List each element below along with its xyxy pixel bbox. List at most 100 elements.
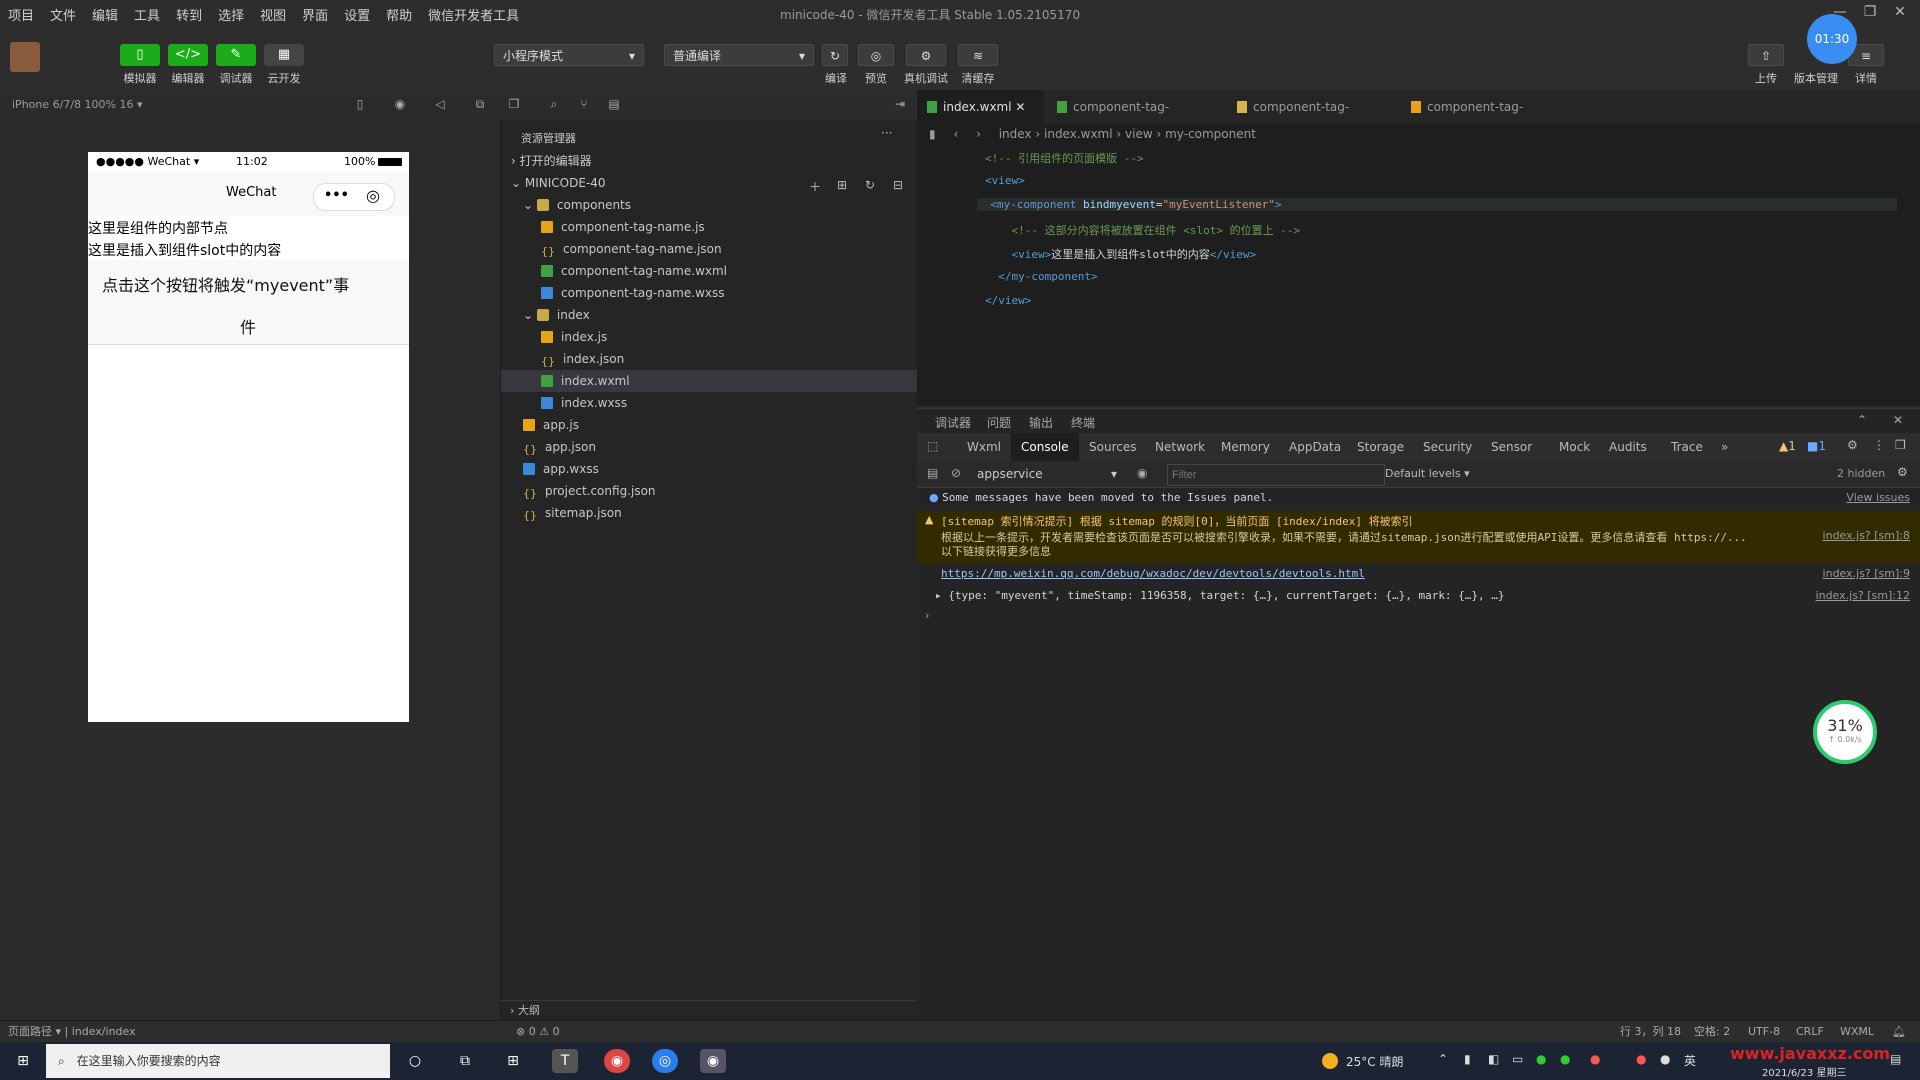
menu-project[interactable]: 项目 (0, 5, 42, 24)
more-icon[interactable]: ··· (881, 126, 892, 140)
file-item[interactable]: {} component-tag-name.json (501, 238, 957, 260)
editor-tab[interactable]: component-tag-name.json (1227, 90, 1397, 148)
open-editors-section[interactable]: › 打开的编辑器 (501, 150, 927, 172)
console-filter-input[interactable] (1167, 464, 1385, 486)
compile-select[interactable]: 普通编译 ▾ (664, 44, 814, 66)
cloud-dev-button[interactable]: ▦ (264, 44, 304, 66)
taskbar-date[interactable]: 2021/6/23 星期三 (1762, 1064, 1846, 1079)
log-source[interactable]: index.js? [sm]:12 (1816, 589, 1910, 602)
wechat-tray-icon[interactable]: ● (1560, 1052, 1570, 1066)
simulator-toggle-button[interactable]: ▯ (120, 44, 160, 66)
close-icon[interactable]: ✕ (1890, 4, 1910, 22)
preview-button[interactable]: ◎ (858, 44, 894, 66)
close-icon[interactable]: ✕ (1893, 413, 1903, 427)
menu-devtools[interactable]: 微信开发者工具 (420, 5, 527, 24)
editor-tab[interactable]: index.wxml ✕ (917, 90, 1043, 124)
upload-button[interactable]: ⇧ (1748, 44, 1784, 66)
device-select[interactable]: iPhone 6/7/8 100% 16 ▾ (12, 98, 143, 111)
battery-icon[interactable]: ▭ (1512, 1052, 1523, 1066)
new-folder-icon[interactable]: ⊞ (837, 178, 847, 192)
menu-goto[interactable]: 转到 (168, 5, 210, 24)
log-levels-select[interactable]: Default levels ▾ (1385, 467, 1470, 480)
chat-tray-icon[interactable]: ● (1536, 1052, 1546, 1066)
file-item[interactable]: index.wxss (501, 392, 957, 414)
network-speed-widget[interactable]: 31% ↑ 0.0k/s (1813, 700, 1877, 764)
kebab-icon[interactable]: ⋮ (1873, 438, 1885, 452)
menu-settings[interactable]: 设置 (336, 5, 378, 24)
windows-start-icon[interactable]: ⊞ (10, 1049, 36, 1073)
panel-icon[interactable]: ▤ (606, 97, 622, 113)
folder-item[interactable]: ⌄ components (501, 194, 939, 216)
rotate-icon[interactable]: ▯ (352, 97, 368, 113)
devtools-tab-wxml[interactable]: Wxml (967, 433, 1001, 461)
encoding[interactable]: UTF-8 (1748, 1021, 1780, 1043)
warning-icon[interactable]: ▲1 (1779, 439, 1796, 453)
tray-icon[interactable]: ● (1660, 1052, 1670, 1066)
editor-tab[interactable]: component-tag-name.wxml (1047, 90, 1223, 148)
file-item[interactable]: component-tag-name.js (501, 216, 957, 238)
recording-timer[interactable]: 01:30 (1807, 14, 1857, 64)
editor-toggle-button[interactable]: </> (168, 44, 208, 66)
menu-interface[interactable]: 界面 (294, 5, 336, 24)
devtools-tab-console[interactable]: Console (1011, 433, 1079, 461)
breadcrumb-item[interactable]: index.wxml (1044, 127, 1113, 141)
back-icon[interactable]: ◁ (432, 97, 448, 113)
tab-terminal[interactable]: 终端 (1071, 414, 1095, 431)
file-item[interactable]: app.wxss (501, 458, 939, 480)
devtools-tab-security[interactable]: Security (1423, 433, 1472, 461)
store-icon[interactable]: ⊞ (500, 1049, 526, 1073)
mode-select[interactable]: 小程序模式 ▾ (494, 44, 644, 66)
real-debug-button[interactable]: ⚙ (906, 44, 946, 66)
breadcrumb-item[interactable]: index (985, 127, 1032, 141)
compile-button[interactable]: ↻ (822, 44, 848, 66)
problems-count[interactable]: ⊗ 0 ⚠ 0 (516, 1021, 560, 1043)
tab-output[interactable]: 输出 (1029, 414, 1053, 431)
language-mode[interactable]: WXML (1840, 1021, 1874, 1043)
breadcrumb-item[interactable]: my-component (1165, 127, 1256, 141)
app-tray-icon[interactable]: ● (1590, 1052, 1600, 1066)
nav-back-icon[interactable]: ‹ (939, 127, 958, 141)
branch-icon[interactable]: ⑂ (576, 97, 592, 113)
taskbar-search[interactable]: ⌕ 在这里输入你要搜索的内容 (46, 1044, 390, 1078)
maximize-icon[interactable]: ❐ (1860, 4, 1880, 22)
capsule-menu[interactable]: ••• ◎ (313, 183, 395, 211)
file-item[interactable]: {} index.json (501, 348, 957, 370)
docs-link[interactable]: https://mp.weixin.qq.com/debug/wxadoc/de… (941, 567, 1365, 580)
cursor-position[interactable]: 行 3，列 18 (1620, 1021, 1681, 1043)
new-file-icon[interactable]: ＋ (809, 178, 821, 195)
file-item[interactable]: index.js (501, 326, 957, 348)
devtools-tab-memory[interactable]: Memory (1221, 433, 1270, 461)
avatar[interactable] (10, 42, 40, 72)
bookmark-icon[interactable]: ▮ (917, 127, 936, 141)
nav-forward-icon[interactable]: › (962, 127, 981, 141)
outline-section[interactable]: › 大纲 (500, 1000, 916, 1021)
view-issues-link[interactable]: View issues (1846, 491, 1910, 504)
record-icon[interactable]: ◉ (392, 97, 408, 113)
devtools-tab-[interactable]: » (1721, 433, 1728, 461)
inspect-icon[interactable]: ⬚ (927, 439, 938, 453)
copy-icon[interactable]: ⧉ (472, 97, 488, 113)
page-path[interactable]: 页面路径 ▾ | index/index (8, 1021, 136, 1043)
devtools-tab-mock[interactable]: Mock (1559, 433, 1590, 461)
tray-icon[interactable]: ● (1636, 1052, 1646, 1066)
task-view-icon[interactable]: ○ (402, 1049, 428, 1073)
sidebar-toggle-icon[interactable]: ▤ (927, 466, 938, 480)
ime-icon[interactable]: 英 (1684, 1052, 1696, 1069)
file-item[interactable]: index.wxml (501, 370, 957, 392)
file-item[interactable]: component-tag-name.wxml (501, 260, 957, 282)
indent-setting[interactable]: 空格: 2 (1694, 1021, 1730, 1043)
console-log-row[interactable]: ▸ {type: "myevent", timeStamp: 1196358, … (917, 589, 1920, 607)
event-log-object[interactable]: ▸ {type: "myevent", timeStamp: 1196358, … (935, 589, 1505, 602)
notification-icon[interactable]: ▤ (1890, 1052, 1901, 1066)
tab-debugger[interactable]: 调试器 (935, 414, 971, 431)
menu-file[interactable]: 文件 (42, 5, 84, 24)
tab-problems[interactable]: 问题 (987, 414, 1011, 431)
clear-console-icon[interactable]: ⊘ (951, 466, 961, 480)
folder-item[interactable]: ⌄ index (501, 304, 939, 326)
context-select[interactable]: appservice ▾ (973, 465, 1117, 483)
devtools-tab-sensor[interactable]: Sensor (1491, 433, 1532, 461)
volume-icon[interactable]: ◧ (1488, 1052, 1499, 1066)
clear-cache-button[interactable]: ≋ (958, 44, 998, 66)
bell-icon[interactable]: 🔔︎ (1892, 1021, 1906, 1043)
browser-icon[interactable]: ◎ (652, 1049, 678, 1073)
